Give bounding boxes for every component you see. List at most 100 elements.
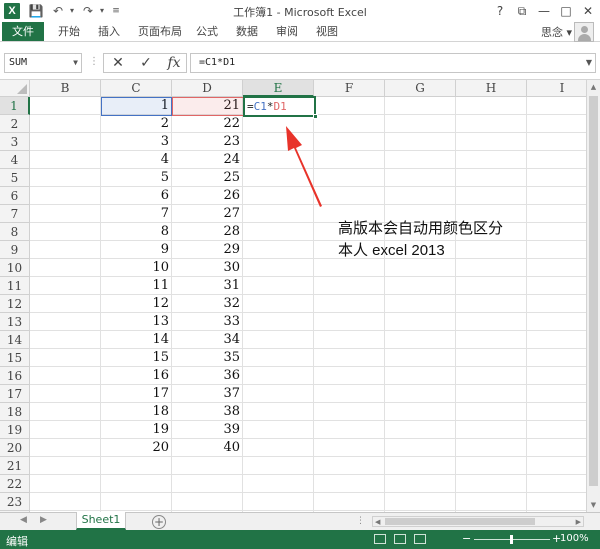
cancel-icon[interactable]: ✕ xyxy=(106,54,130,72)
row-header-16[interactable]: 16 xyxy=(0,367,30,385)
cell-c-15[interactable]: 15 xyxy=(101,349,172,367)
cell-c-6[interactable]: 6 xyxy=(101,187,172,205)
minimize-button[interactable]: — xyxy=(534,2,554,20)
cell-c-11[interactable]: 11 xyxy=(101,277,172,295)
cell-d-16[interactable]: 36 xyxy=(172,367,243,385)
cell-d-17[interactable]: 37 xyxy=(172,385,243,403)
page-break-view-icon[interactable] xyxy=(414,534,426,544)
cell-d-11[interactable]: 31 xyxy=(172,277,243,295)
cell-c-8[interactable]: 8 xyxy=(101,223,172,241)
cell-c-10[interactable]: 10 xyxy=(101,259,172,277)
expand-formula-bar-icon[interactable]: ▼ xyxy=(586,54,592,72)
column-header-g[interactable]: G xyxy=(385,80,456,97)
cell-c-20[interactable]: 20 xyxy=(101,439,172,457)
row-header-19[interactable]: 19 xyxy=(0,421,30,439)
cell-d-3[interactable]: 23 xyxy=(172,133,243,151)
row-header-3[interactable]: 3 xyxy=(0,133,30,151)
tab-data[interactable]: 数据 xyxy=(236,22,258,41)
row-header-2[interactable]: 2 xyxy=(0,115,30,133)
fill-handle[interactable] xyxy=(313,114,318,119)
row-header-8[interactable]: 8 xyxy=(0,223,30,241)
row-header-15[interactable]: 15 xyxy=(0,349,30,367)
cell-d-15[interactable]: 35 xyxy=(172,349,243,367)
row-header-10[interactable]: 10 xyxy=(0,259,30,277)
zoom-level[interactable]: 100% xyxy=(560,533,589,544)
row-header-20[interactable]: 20 xyxy=(0,439,30,457)
cell-c-12[interactable]: 12 xyxy=(101,295,172,313)
column-header-c[interactable]: C xyxy=(101,80,172,97)
cell-c-14[interactable]: 14 xyxy=(101,331,172,349)
row-header-5[interactable]: 5 xyxy=(0,169,30,187)
row-header-22[interactable]: 22 xyxy=(0,475,30,493)
cell-d-19[interactable]: 39 xyxy=(172,421,243,439)
cell-d-7[interactable]: 27 xyxy=(172,205,243,223)
tab-split-handle[interactable]: ⋮ xyxy=(356,516,365,526)
page-layout-view-icon[interactable] xyxy=(394,534,406,544)
cell-d-18[interactable]: 38 xyxy=(172,403,243,421)
scroll-right-icon[interactable]: ▶ xyxy=(576,517,581,527)
horizontal-scrollbar[interactable]: ◀ ▶ xyxy=(372,516,584,527)
zoom-out-icon[interactable]: − xyxy=(462,532,471,545)
vertical-scrollbar[interactable]: ▲ ▼ xyxy=(586,80,600,512)
cell-d-10[interactable]: 30 xyxy=(172,259,243,277)
cell-c-13[interactable]: 13 xyxy=(101,313,172,331)
cell-d-12[interactable]: 32 xyxy=(172,295,243,313)
cell-d-5[interactable]: 25 xyxy=(172,169,243,187)
cell-c-7[interactable]: 7 xyxy=(101,205,172,223)
next-sheet-icon[interactable]: ▶ xyxy=(40,515,47,525)
active-cell-e1[interactable]: =C1*D1 xyxy=(243,96,318,119)
scroll-down-icon[interactable]: ▼ xyxy=(587,498,600,512)
cell-c-4[interactable]: 4 xyxy=(101,151,172,169)
prev-sheet-icon[interactable]: ◀ xyxy=(20,515,27,525)
cell-d-9[interactable]: 29 xyxy=(172,241,243,259)
row-header-1[interactable]: 1 xyxy=(0,97,30,115)
horizontal-scroll-thumb[interactable] xyxy=(385,518,535,525)
column-header-f[interactable]: F xyxy=(314,80,385,97)
cell-d-8[interactable]: 28 xyxy=(172,223,243,241)
column-header-i[interactable]: I xyxy=(527,80,586,97)
column-header-e[interactable]: E xyxy=(243,80,314,97)
normal-view-icon[interactable] xyxy=(374,534,386,544)
row-header-13[interactable]: 13 xyxy=(0,313,30,331)
row-header-21[interactable]: 21 xyxy=(0,457,30,475)
row-header-11[interactable]: 11 xyxy=(0,277,30,295)
worksheet-grid[interactable]: B C D E F G H I 1 2 3 4 5 6 7 8 9 10 11 12 13 14 15 16 17 18 19 20 2… xyxy=(0,80,586,512)
cell-c-18[interactable]: 18 xyxy=(101,403,172,421)
cell-d-14[interactable]: 34 xyxy=(172,331,243,349)
tab-home[interactable]: 开始 xyxy=(58,22,80,41)
vertical-scroll-thumb[interactable] xyxy=(589,96,598,486)
cell-c-16[interactable]: 16 xyxy=(101,367,172,385)
user-name[interactable]: 思念 ▾ xyxy=(541,24,572,40)
column-header-h[interactable]: H xyxy=(456,80,527,97)
row-header-9[interactable]: 9 xyxy=(0,241,30,259)
cell-c-2[interactable]: 2 xyxy=(101,115,172,133)
tab-review[interactable]: 审阅 xyxy=(276,22,298,41)
enter-icon[interactable]: ✓ xyxy=(134,54,158,72)
zoom-slider[interactable] xyxy=(474,535,550,544)
row-header-6[interactable]: 6 xyxy=(0,187,30,205)
help-button[interactable]: ? xyxy=(490,2,510,20)
select-all-button[interactable] xyxy=(0,80,30,97)
insert-function-icon[interactable]: fx xyxy=(162,54,186,72)
cell-d-20[interactable]: 40 xyxy=(172,439,243,457)
tab-sheet1[interactable]: Sheet1 xyxy=(76,512,126,530)
tab-view[interactable]: 视图 xyxy=(316,22,338,41)
scroll-up-icon[interactable]: ▲ xyxy=(587,80,600,94)
cell-c-19[interactable]: 19 xyxy=(101,421,172,439)
avatar[interactable] xyxy=(574,22,594,42)
name-box[interactable]: SUM ▼ xyxy=(4,53,82,73)
column-header-b[interactable]: B xyxy=(30,80,101,97)
cell-d-2[interactable]: 22 xyxy=(172,115,243,133)
cell-c-9[interactable]: 9 xyxy=(101,241,172,259)
maximize-button[interactable]: □ xyxy=(556,2,576,20)
scroll-left-icon[interactable]: ◀ xyxy=(375,517,380,527)
row-header-18[interactable]: 18 xyxy=(0,403,30,421)
tab-file[interactable]: 文件 xyxy=(2,22,44,41)
row-header-4[interactable]: 4 xyxy=(0,151,30,169)
row-header-12[interactable]: 12 xyxy=(0,295,30,313)
column-header-d[interactable]: D xyxy=(172,80,243,97)
row-header-17[interactable]: 17 xyxy=(0,385,30,403)
formula-bar-grip[interactable]: ⋮ xyxy=(89,56,99,67)
tab-formulas[interactable]: 公式 xyxy=(196,22,218,41)
cell-c-5[interactable]: 5 xyxy=(101,169,172,187)
